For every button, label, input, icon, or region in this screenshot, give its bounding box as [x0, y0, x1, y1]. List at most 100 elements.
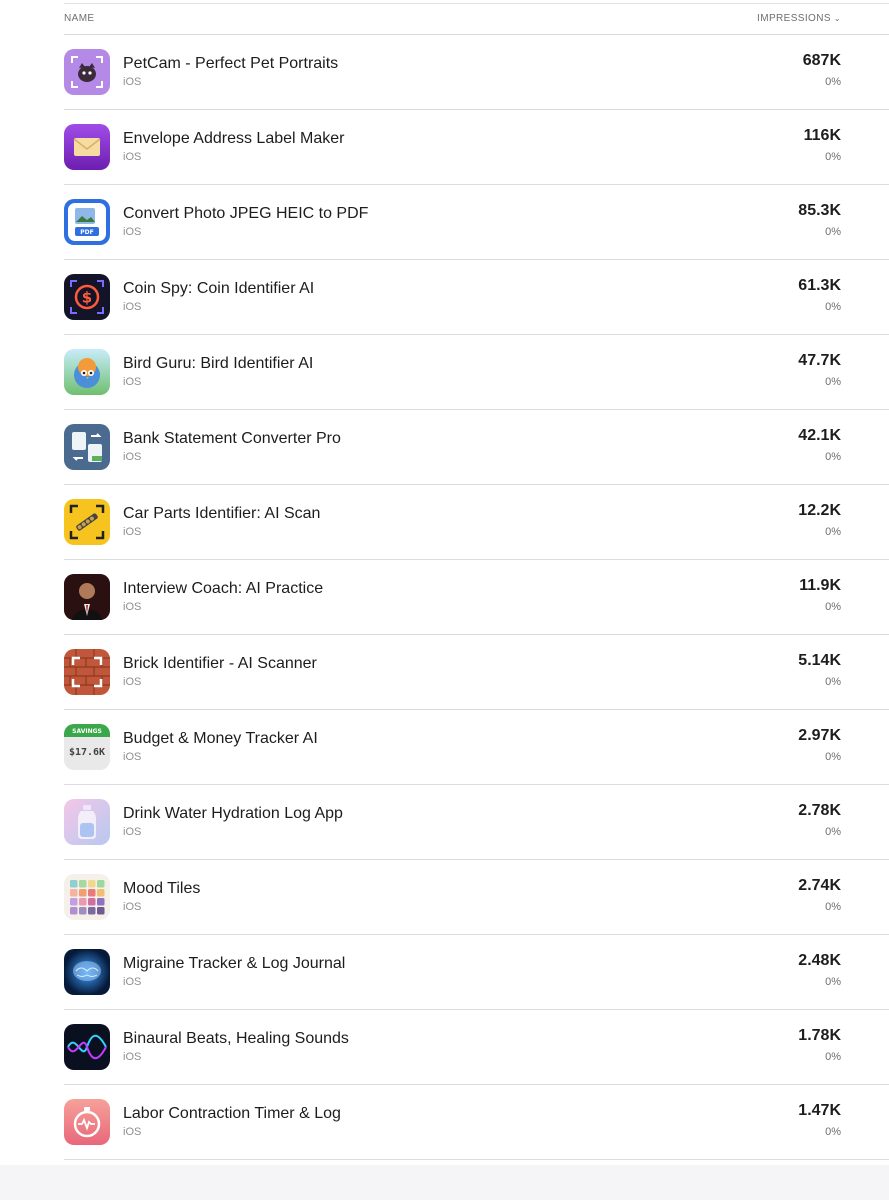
bank-statement-icon — [64, 424, 110, 470]
app-name: Bank Statement Converter Pro — [123, 430, 341, 447]
impressions-change: 0% — [825, 151, 841, 163]
impressions-change: 0% — [825, 76, 841, 88]
impressions-change: 0% — [825, 526, 841, 538]
table-row[interactable]: Mood Tiles iOS 2.74K 0% — [64, 860, 889, 935]
app-platform: iOS — [123, 826, 142, 838]
app-name: Labor Contraction Timer & Log — [123, 1105, 341, 1122]
bird-icon — [64, 349, 110, 395]
impressions-value: 11.9K — [799, 577, 841, 594]
savings-amount: $17.6K — [69, 747, 105, 758]
impressions-value: 85.3K — [798, 202, 841, 219]
table-row[interactable]: Bird Guru: Bird Identifier AI iOS 47.7K … — [64, 335, 889, 410]
app-name: Mood Tiles — [123, 880, 201, 897]
table-row[interactable]: Car Parts Identifier: AI Scan iOS 12.2K … — [64, 485, 889, 560]
app-name: Car Parts Identifier: AI Scan — [123, 505, 321, 522]
impressions-change: 0% — [825, 976, 841, 988]
footer-band — [0, 1165, 889, 1200]
water-bottle-icon — [64, 799, 110, 845]
svg-text:PDF: PDF — [80, 229, 93, 236]
impressions-value: 42.1K — [798, 427, 841, 444]
brain-icon — [64, 949, 110, 995]
photo-pdf-icon: PDF — [64, 199, 110, 245]
table-row[interactable]: Binaural Beats, Healing Sounds iOS 1.78K… — [64, 1010, 889, 1085]
table-header: NAME IMPRESSIONS ⌄ — [64, 4, 889, 35]
wave-icon — [64, 1024, 110, 1070]
app-name: Binaural Beats, Healing Sounds — [123, 1030, 349, 1047]
app-platform: iOS — [123, 601, 142, 613]
impressions-value: 12.2K — [798, 502, 841, 519]
impressions-change: 0% — [825, 1051, 841, 1063]
interview-coach-icon — [64, 574, 110, 620]
impressions-value: 2.78K — [798, 802, 841, 819]
app-platform: iOS — [123, 451, 142, 463]
app-platform: iOS — [123, 76, 142, 88]
app-name: Bird Guru: Bird Identifier AI — [123, 355, 314, 372]
app-platform: iOS — [123, 1126, 142, 1138]
svg-text:$: $ — [82, 289, 92, 307]
table-row[interactable]: Interview Coach: AI Practice iOS 11.9K 0… — [64, 560, 889, 635]
impressions-change: 0% — [825, 301, 841, 313]
app-platform: iOS — [123, 676, 142, 688]
app-name: Envelope Address Label Maker — [123, 130, 345, 147]
impressions-value: 116K — [803, 127, 841, 144]
app-name: Convert Photo JPEG HEIC to PDF — [123, 205, 369, 222]
app-platform: iOS — [123, 751, 142, 763]
stopwatch-icon — [64, 1099, 110, 1145]
impressions-value: 1.47K — [798, 1102, 841, 1119]
apps-table: NAME IMPRESSIONS ⌄ PetCam - Perfect Pet P… — [64, 3, 889, 1160]
table-row[interactable]: Bank Statement Converter Pro iOS 42.1K 0… — [64, 410, 889, 485]
impressions-change: 0% — [825, 676, 841, 688]
app-name: Interview Coach: AI Practice — [123, 580, 324, 597]
impressions-value: 687K — [802, 52, 841, 69]
impressions-change: 0% — [825, 451, 841, 463]
app-name: Drink Water Hydration Log App — [123, 805, 343, 822]
mood-tiles-icon — [64, 874, 110, 920]
brick-icon — [64, 649, 110, 695]
impressions-value: 61.3K — [798, 277, 841, 294]
app-platform: iOS — [123, 1051, 142, 1063]
savings-icon: SAVINGS $17.6K — [64, 724, 110, 770]
petcam-icon — [64, 49, 110, 95]
table-row[interactable]: PetCam - Perfect Pet Portraits iOS 687K … — [64, 35, 889, 110]
app-name: Brick Identifier - AI Scanner — [123, 655, 317, 672]
table-row[interactable]: Drink Water Hydration Log App iOS 2.78K … — [64, 785, 889, 860]
impressions-change: 0% — [825, 226, 841, 238]
app-name: Budget & Money Tracker AI — [123, 730, 318, 747]
app-name: PetCam - Perfect Pet Portraits — [123, 55, 339, 72]
app-platform: iOS — [123, 526, 142, 538]
app-platform: iOS — [123, 901, 142, 913]
impressions-column-header[interactable]: IMPRESSIONS ⌄ — [757, 13, 841, 24]
impressions-change: 0% — [825, 826, 841, 838]
coin-icon: $ — [64, 274, 110, 320]
table-row[interactable]: Brick Identifier - AI Scanner iOS 5.14K … — [64, 635, 889, 710]
table-body: PetCam - Perfect Pet Portraits iOS 687K … — [64, 35, 889, 1160]
app-platform: iOS — [123, 226, 142, 238]
table-row[interactable]: Envelope Address Label Maker iOS 116K 0% — [64, 110, 889, 185]
chevron-down-icon: ⌄ — [833, 14, 841, 23]
impressions-value: 1.78K — [798, 1027, 841, 1044]
impressions-value: 5.14K — [798, 652, 841, 669]
impressions-value: 47.7K — [798, 352, 841, 369]
impressions-change: 0% — [825, 751, 841, 763]
table-row[interactable]: PDF Convert Photo JPEG HEIC to PDF iOS 8… — [64, 185, 889, 260]
name-column-header: NAME — [64, 13, 95, 24]
impressions-change: 0% — [825, 901, 841, 913]
app-platform: iOS — [123, 976, 142, 988]
table-row[interactable]: Labor Contraction Timer & Log iOS 1.47K … — [64, 1085, 889, 1160]
impressions-change: 0% — [825, 376, 841, 388]
app-platform: iOS — [123, 151, 142, 163]
app-platform: iOS — [123, 376, 142, 388]
table-row[interactable]: $ Coin Spy: Coin Identifier AI iOS 61.3K… — [64, 260, 889, 335]
impressions-value: 2.74K — [798, 877, 841, 894]
table-row[interactable]: Migraine Tracker & Log Journal iOS 2.48K… — [64, 935, 889, 1010]
savings-label: SAVINGS — [72, 728, 102, 735]
app-name: Migraine Tracker & Log Journal — [123, 955, 346, 972]
car-parts-icon — [64, 499, 110, 545]
app-name: Coin Spy: Coin Identifier AI — [123, 280, 315, 297]
envelope-icon — [64, 124, 110, 170]
impressions-change: 0% — [825, 1126, 841, 1138]
impressions-value: 2.97K — [798, 727, 841, 744]
impressions-value: 2.48K — [798, 952, 841, 969]
app-platform: iOS — [123, 301, 142, 313]
table-row[interactable]: SAVINGS $17.6K Budget & Money Tracker AI… — [64, 710, 889, 785]
